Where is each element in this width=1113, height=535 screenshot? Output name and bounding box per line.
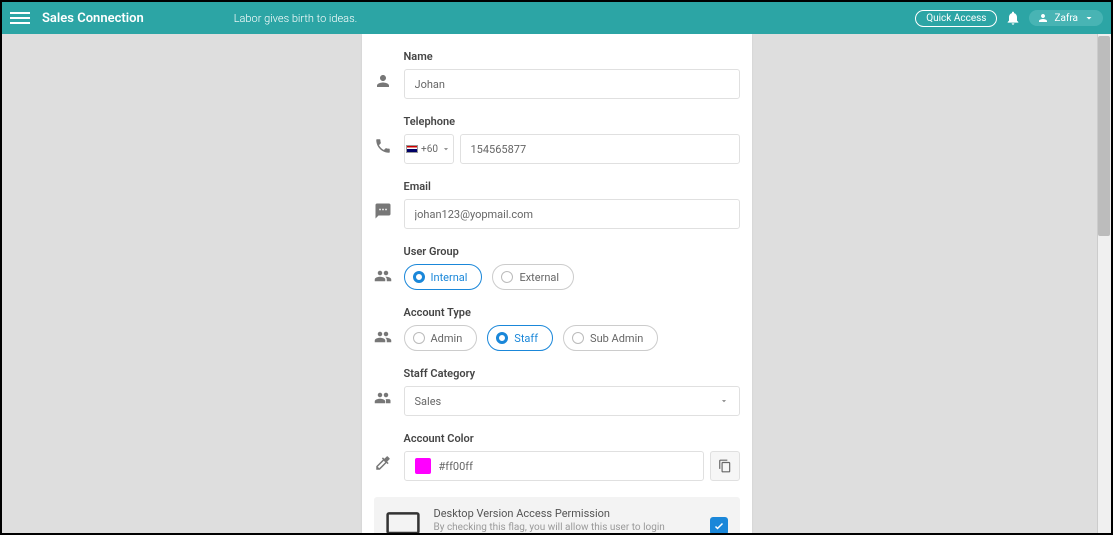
tagline: Labor gives birth to ideas. [234,12,358,25]
chevron-down-icon [441,144,451,154]
message-icon [374,202,392,220]
person-icon [1037,12,1049,24]
user-group-external[interactable]: External [492,264,574,290]
account-type-admin[interactable]: Admin [404,325,478,351]
color-swatch [415,458,431,474]
top-bar: Sales Connection Labor gives birth to id… [2,2,1111,34]
copy-icon [718,459,732,473]
scrollbar-thumb[interactable] [1098,36,1110,236]
email-input[interactable] [404,199,740,229]
name-input[interactable] [404,69,740,99]
chevron-down-icon [1083,12,1095,24]
bell-icon[interactable] [1005,10,1021,26]
phone-icon [374,137,392,155]
permission-title: Desktop Version Access Permission [434,507,696,520]
flag-icon [406,145,418,153]
telephone-input[interactable] [460,134,740,164]
account-color-input[interactable]: #ff00ff [404,451,704,481]
staff-category-select[interactable]: Sales [404,386,740,416]
permission-desc: By checking this flag, you will allow th… [434,522,696,533]
content-area: Name Telephone +60 Ema [2,34,1111,533]
hamburger-menu-icon[interactable] [10,8,30,28]
check-icon [713,520,725,532]
user-group-label: User Group [404,245,740,258]
person-group-icon [374,389,392,407]
eyedropper-icon [374,454,392,472]
desktop-permission-box: Desktop Version Access Permission By che… [374,497,740,533]
account-color-label: Account Color [404,432,740,445]
copy-color-button[interactable] [710,451,740,481]
permission-checkbox[interactable] [710,517,728,534]
quick-access-button[interactable]: Quick Access [915,10,997,27]
telephone-label: Telephone [404,115,740,128]
people-icon [374,328,392,346]
account-type-staff[interactable]: Staff [487,325,553,351]
monitor-icon [386,512,420,534]
name-label: Name [404,50,740,63]
scrollbar[interactable] [1097,34,1111,533]
form-card: Name Telephone +60 Ema [362,34,752,533]
user-name: Zafra [1054,13,1078,24]
chevron-down-icon [719,396,729,406]
account-type-subadmin[interactable]: Sub Admin [563,325,658,351]
people-icon [374,267,392,285]
person-icon [374,72,392,90]
email-label: Email [404,180,740,193]
user-group-internal[interactable]: Internal [404,264,483,290]
account-type-label: Account Type [404,306,740,319]
staff-category-label: Staff Category [404,367,740,380]
app-title: Sales Connection [42,11,144,26]
country-code-select[interactable]: +60 [404,134,454,164]
user-menu[interactable]: Zafra [1029,10,1103,26]
